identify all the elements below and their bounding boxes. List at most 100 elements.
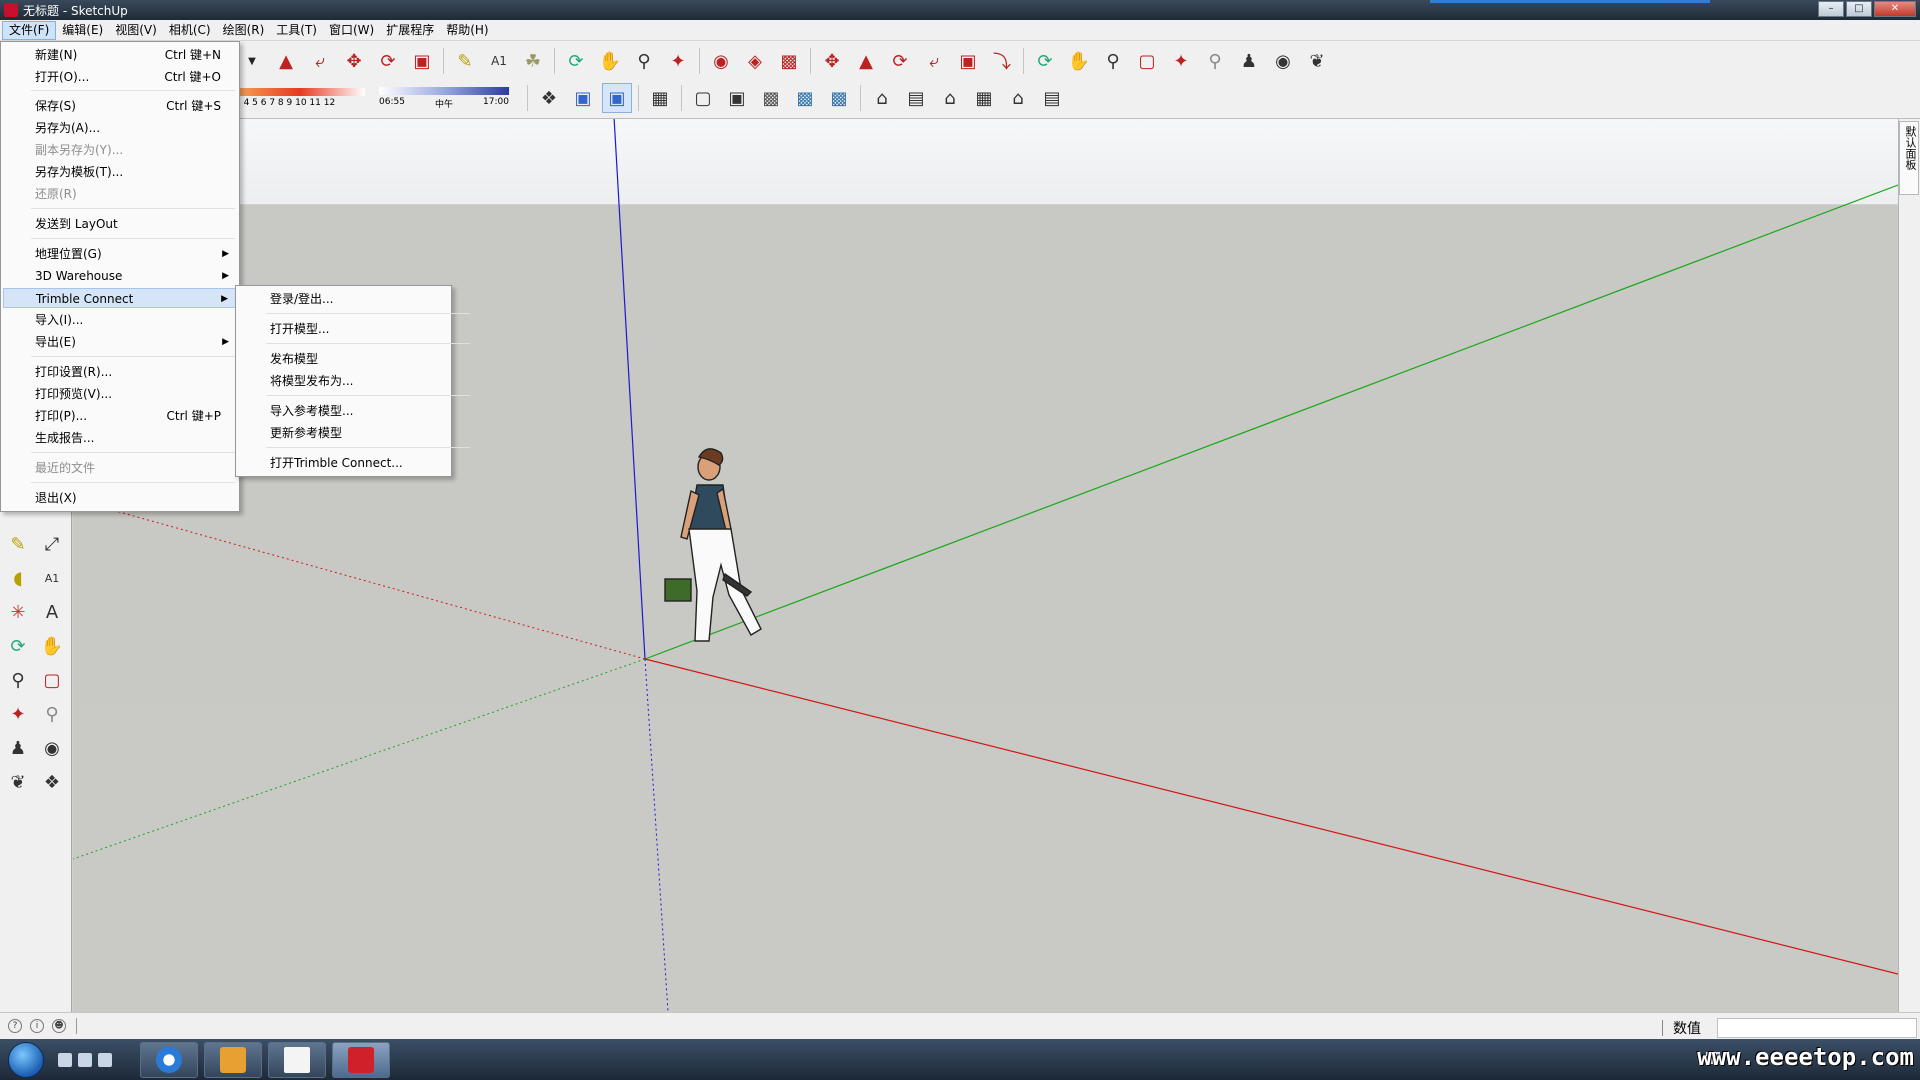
- look-around-icon[interactable]: ◉: [37, 733, 67, 763]
- menu-item-trimble-connect[interactable]: Trimble Connect ▶: [3, 288, 237, 308]
- paint-bucket-icon[interactable]: ☘: [518, 46, 548, 76]
- protractor-icon[interactable]: ◖: [3, 563, 33, 593]
- menu-item-print-setup[interactable]: 打印设置(R)...: [3, 362, 237, 382]
- submenu-item-open-trimble-connect[interactable]: 打开Trimble Connect...: [238, 453, 449, 473]
- scale-icon[interactable]: ▣: [407, 46, 437, 76]
- menu-item-save-as-template[interactable]: 另存为模板(T)...: [3, 162, 237, 182]
- measurements-input[interactable]: [1717, 1018, 1917, 1038]
- section-plane-icon[interactable]: ❖: [37, 767, 67, 797]
- shaded-icon[interactable]: ▩: [756, 83, 786, 113]
- quick-launch-desktop-icon[interactable]: [98, 1052, 112, 1067]
- orbit-icon[interactable]: ⟳: [561, 46, 591, 76]
- front-view-icon[interactable]: ⌂: [935, 83, 965, 113]
- submenu-item-sign-in[interactable]: 登录/登出...: [238, 289, 449, 309]
- taskbar-sketchup-button[interactable]: [332, 1041, 390, 1078]
- walk-icon[interactable]: ❦: [1302, 46, 1332, 76]
- scale-figure-person[interactable]: [664, 448, 762, 642]
- monochrome-icon[interactable]: ▩: [824, 83, 854, 113]
- warehouse-icon[interactable]: ◉: [706, 46, 736, 76]
- move-tool-icon[interactable]: ✥: [817, 46, 847, 76]
- push-pull-tool-icon[interactable]: ▲: [851, 46, 881, 76]
- top-view-icon[interactable]: ▤: [901, 83, 931, 113]
- taskbar-sogou-button[interactable]: [140, 1041, 198, 1078]
- zoom-extents-icon[interactable]: ✦: [663, 46, 693, 76]
- pan-tool-icon[interactable]: ✋: [1064, 46, 1094, 76]
- menu-item-import[interactable]: 导入(I)...: [3, 310, 237, 330]
- text-icon[interactable]: A1: [484, 46, 514, 76]
- rotate-tool-icon[interactable]: ⟳: [885, 46, 915, 76]
- default-tray-tab[interactable]: 默认面板: [1899, 121, 1919, 195]
- walk-icon[interactable]: ❦: [3, 767, 33, 797]
- submenu-item-update-reference[interactable]: 更新参考模型: [238, 423, 449, 443]
- offset-icon[interactable]: ⤵: [987, 46, 1017, 76]
- zoom-icon[interactable]: ⚲: [629, 46, 659, 76]
- menu-item-export[interactable]: 导出(E) ▶: [3, 332, 237, 352]
- position-camera-icon[interactable]: ♟: [1234, 46, 1264, 76]
- dropdown-arrow-icon[interactable]: ▼: [237, 46, 267, 76]
- zoom-window-icon[interactable]: ▢: [1132, 46, 1162, 76]
- position-camera-icon[interactable]: ♟: [3, 733, 33, 763]
- quick-launch-browser-icon[interactable]: [58, 1052, 72, 1067]
- shadow-month-slider[interactable]: 3 4 5 6 7 8 9 10 11 12: [235, 88, 365, 108]
- submenu-item-publish-model[interactable]: 发布模型: [238, 349, 449, 369]
- zoom-icon[interactable]: ⚲: [3, 665, 33, 695]
- display-section-planes-icon[interactable]: ▣: [568, 83, 598, 113]
- hidden-line-icon[interactable]: ▣: [722, 83, 752, 113]
- menu-item-print-preview[interactable]: 打印预览(V)...: [3, 384, 237, 404]
- menu-item-3d-warehouse[interactable]: 3D Warehouse ▶: [3, 266, 237, 286]
- move-icon[interactable]: ✥: [339, 46, 369, 76]
- menu-item-generate-report[interactable]: 生成报告...: [3, 428, 237, 448]
- menu-item-print[interactable]: 打印(P)... Ctrl 键+P: [3, 406, 237, 426]
- zoom-extents-tool-icon[interactable]: ✦: [1166, 46, 1196, 76]
- credits-icon[interactable]: i: [30, 1019, 44, 1033]
- tape-measure-icon[interactable]: ✎: [3, 529, 33, 559]
- back-view-icon[interactable]: ⌂: [1003, 83, 1033, 113]
- zoom-tool-icon[interactable]: ⚲: [1098, 46, 1128, 76]
- scale-tool-icon[interactable]: ▣: [953, 46, 983, 76]
- right-view-icon[interactable]: ▦: [969, 83, 999, 113]
- previous-view-icon[interactable]: ⚲: [37, 699, 67, 729]
- menu-view[interactable]: 视图(V): [109, 21, 163, 40]
- orbit-icon[interactable]: ⟳: [3, 631, 33, 661]
- follow-me-tool-icon[interactable]: ⤶: [919, 46, 949, 76]
- section-plane-icon[interactable]: ❖: [534, 83, 564, 113]
- quick-launch-app-icon[interactable]: [78, 1052, 92, 1067]
- text-icon[interactable]: A1: [37, 563, 67, 593]
- menu-item-exit[interactable]: 退出(X): [3, 488, 237, 508]
- menu-item-save[interactable]: 保存(S) Ctrl 键+S: [3, 96, 237, 116]
- menu-extensions[interactable]: 扩展程序: [380, 21, 440, 40]
- previous-view-icon[interactable]: ⚲: [1200, 46, 1230, 76]
- taskbar-notepad-button[interactable]: [268, 1041, 326, 1078]
- zoom-extents-icon[interactable]: ✦: [3, 699, 33, 729]
- left-view-icon[interactable]: ▤: [1037, 83, 1067, 113]
- menu-item-save-as[interactable]: 另存为(A)...: [3, 118, 237, 138]
- taskbar-package-button[interactable]: [204, 1041, 262, 1078]
- close-button[interactable]: ✕: [1874, 1, 1916, 17]
- shadow-time-slider[interactable]: 06:55 中午 17:00: [379, 86, 509, 110]
- tape-measure-icon[interactable]: ✎: [450, 46, 480, 76]
- submenu-item-open-model[interactable]: 打开模型...: [238, 319, 449, 339]
- menu-draw[interactable]: 绘图(R): [217, 21, 271, 40]
- menu-item-open[interactable]: 打开(O)... Ctrl 键+O: [3, 67, 237, 87]
- orbit-tool-icon[interactable]: ⟳: [1030, 46, 1060, 76]
- menu-file[interactable]: 文件(F): [2, 20, 57, 40]
- display-section-cuts-icon[interactable]: ▣: [602, 83, 632, 113]
- rotate-icon[interactable]: ⟳: [373, 46, 403, 76]
- menu-item-geo-location[interactable]: 地理位置(G) ▶: [3, 244, 237, 264]
- iso-view-icon[interactable]: ⌂: [867, 83, 897, 113]
- push-pull-icon[interactable]: ▲: [271, 46, 301, 76]
- menu-item-new[interactable]: 新建(N) Ctrl 键+N: [3, 45, 237, 65]
- menu-tools[interactable]: 工具(T): [270, 21, 323, 40]
- axes-icon[interactable]: ✳: [3, 597, 33, 627]
- menu-item-send-to-layout[interactable]: 发送到 LayOut: [3, 214, 237, 234]
- start-button-icon[interactable]: [8, 1041, 44, 1078]
- dimension-icon[interactable]: ⤢: [37, 529, 67, 559]
- 3d-viewport[interactable]: [73, 119, 1898, 1012]
- submenu-item-publish-model-as[interactable]: 将模型发布为...: [238, 371, 449, 391]
- maximize-button[interactable]: □: [1846, 1, 1872, 17]
- geo-location-icon[interactable]: ?: [8, 1019, 22, 1033]
- pan-icon[interactable]: ✋: [595, 46, 625, 76]
- extension-warehouse-icon[interactable]: ▩: [774, 46, 804, 76]
- xray-icon[interactable]: ▦: [645, 83, 675, 113]
- submenu-item-import-reference[interactable]: 导入参考模型...: [238, 401, 449, 421]
